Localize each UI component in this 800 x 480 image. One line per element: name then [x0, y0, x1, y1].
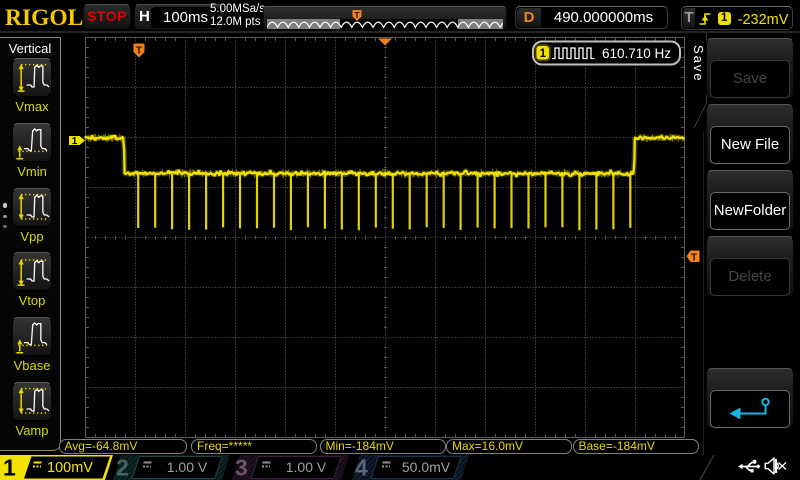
svg-text:1: 1 — [72, 136, 78, 147]
svg-text:1: 1 — [540, 48, 547, 60]
svg-text:4: 4 — [355, 455, 368, 480]
svg-text:T: T — [354, 10, 360, 20]
svg-text:1.00 V: 1.00 V — [167, 459, 208, 475]
svg-text:1: 1 — [3, 455, 16, 480]
svg-text:1.00 V: 1.00 V — [286, 459, 327, 475]
svg-text:610.710 Hz: 610.710 Hz — [602, 46, 671, 61]
svg-text:50.0mV: 50.0mV — [402, 459, 451, 475]
svg-text:T: T — [136, 45, 143, 57]
svg-text:2: 2 — [116, 455, 129, 480]
svg-text:100mV: 100mV — [47, 460, 93, 476]
svg-text:3: 3 — [235, 455, 248, 480]
